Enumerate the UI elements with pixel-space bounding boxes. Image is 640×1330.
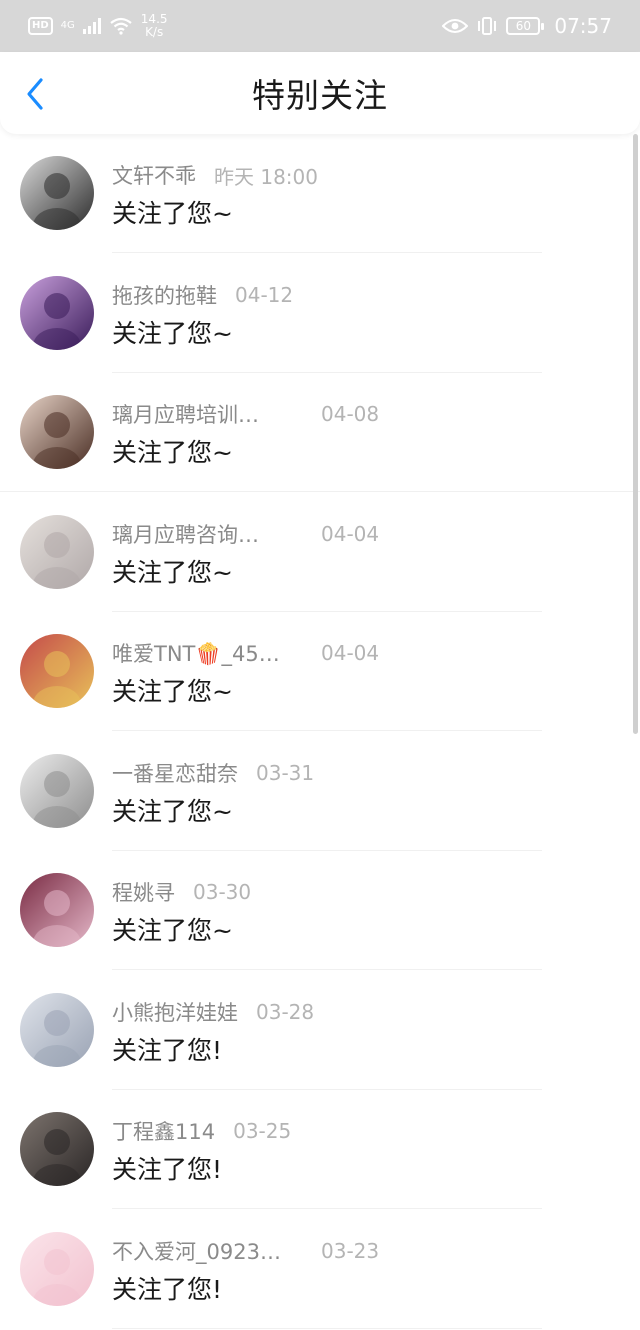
message-text: 关注了您~ (112, 199, 233, 228)
page-title: 特别关注 (252, 76, 388, 115)
item-header: 唯爱TNT🍿_45… 04-04 (112, 638, 379, 668)
notification-list: 文轩不乖 昨天 18:00 关注了您~ 拖孩的拖鞋 04-12 关注了您~ 璃月应聘培训… 0… (0, 134, 640, 1329)
user-name[interactable]: 璃月应聘培训… (112, 399, 259, 429)
speed-unit: K/s (145, 25, 164, 39)
timestamp: 04-04 (321, 521, 380, 546)
list-item[interactable]: 拖孩的拖鞋 04-12 关注了您~ (0, 254, 640, 374)
network-speed: 14.5 K/s (141, 13, 168, 39)
avatar[interactable] (20, 634, 94, 708)
item-header: 文轩不乖 昨天 18:00 (112, 160, 318, 190)
timestamp: 04-12 (235, 282, 294, 307)
avatar-image (20, 514, 94, 589)
avatar-image (20, 753, 94, 828)
list-item[interactable]: 程姚寻 03-30 关注了您~ (0, 851, 640, 971)
message-text: 关注了您! (112, 1035, 223, 1065)
wifi-icon (110, 17, 132, 35)
user-name[interactable]: 拖孩的拖鞋 (112, 280, 217, 310)
status-left: HD 4G 14.5 K/s (28, 13, 168, 39)
user-name[interactable]: 文轩不乖 (112, 160, 196, 190)
user-name[interactable]: 一番星恋甜奈 (112, 758, 238, 788)
user-name[interactable]: 小熊抱洋娃娃 (112, 997, 238, 1027)
hd-badge: HD (28, 17, 53, 35)
message-text: 关注了您~ (112, 916, 233, 945)
avatar-image (20, 992, 94, 1067)
network-label: 4G (60, 20, 75, 31)
message-text: 关注了您! (112, 1155, 223, 1184)
timestamp: 昨天 18:00 (214, 164, 318, 189)
item-header: 拖孩的拖鞋 04-12 (112, 280, 293, 310)
chevron-left-icon (27, 78, 43, 110)
avatar-image (20, 1231, 94, 1306)
timestamp: 03-25 (233, 1119, 292, 1143)
status-bar: HD 4G 14.5 K/s 60 07:57 (0, 0, 640, 52)
timestamp: 03-30 (193, 880, 252, 904)
timestamp: 04-08 (321, 402, 380, 426)
status-right: 60 07:57 (442, 14, 612, 38)
item-header: 璃月应聘咨询… 04-04 (112, 519, 379, 549)
message-text: 关注了您~ (112, 557, 233, 587)
timestamp: 03-31 (256, 760, 315, 785)
list-item[interactable]: 不入爱河_0923… 03-23 关注了您! (0, 1210, 640, 1330)
speed-value: 14.5 (140, 12, 168, 26)
list-item[interactable]: 一番星恋甜奈 03-31 关注了您~ (0, 732, 640, 852)
avatar[interactable] (20, 395, 94, 469)
battery-icon: 60 (506, 17, 545, 35)
list-item[interactable]: 璃月应聘培训… 04-08 关注了您~ (0, 373, 640, 493)
avatar[interactable] (20, 1231, 94, 1306)
message-text: 关注了您~ (112, 796, 233, 826)
avatar[interactable] (20, 275, 94, 350)
user-name[interactable]: 程姚寻 (112, 877, 175, 907)
scrollbar[interactable] (633, 134, 638, 734)
user-name[interactable]: 璃月应聘咨询… (112, 519, 259, 549)
avatar-image (20, 1112, 94, 1186)
user-name[interactable]: 不入爱河_0923… (112, 1236, 281, 1266)
avatar-image (20, 275, 94, 350)
message-text: 关注了您~ (112, 677, 233, 706)
list-item[interactable]: 小熊抱洋娃娃 03-28 关注了您! (0, 971, 640, 1091)
avatar[interactable] (20, 992, 94, 1067)
vibrate-icon (478, 17, 497, 35)
user-name[interactable]: 唯爱TNT🍿_45… (112, 638, 280, 668)
avatar[interactable] (20, 753, 94, 828)
back-button[interactable] (18, 74, 52, 114)
avatar-image (20, 873, 94, 947)
list-item[interactable]: 文轩不乖 昨天 18:00 关注了您~ (0, 134, 640, 254)
top-nav-bar: 特别关注 (0, 52, 640, 134)
network-type: 4G (61, 20, 75, 32)
avatar-image (20, 156, 94, 230)
item-header: 一番星恋甜奈 03-31 (112, 758, 314, 788)
avatar[interactable] (20, 514, 94, 589)
eye-icon (442, 19, 469, 33)
item-header: 不入爱河_0923… 03-23 (112, 1236, 379, 1266)
timestamp: 04-04 (321, 641, 380, 665)
avatar[interactable] (20, 156, 94, 230)
item-header: 丁程鑫114 03-25 (112, 1116, 291, 1146)
avatar[interactable] (20, 1112, 94, 1186)
message-text: 关注了您~ (112, 438, 233, 467)
list-item[interactable]: 丁程鑫114 03-25 关注了您! (0, 1090, 640, 1210)
item-header: 小熊抱洋娃娃 03-28 (112, 997, 314, 1027)
clock: 07:57 (554, 14, 612, 38)
item-header: 程姚寻 03-30 (112, 877, 251, 907)
list-item[interactable]: 唯爱TNT🍿_45… 04-04 关注了您~ (0, 612, 640, 732)
avatar-image (20, 634, 94, 708)
timestamp: 03-23 (321, 1238, 380, 1263)
message-text: 关注了您~ (112, 318, 233, 348)
message-text: 关注了您! (112, 1274, 223, 1304)
user-name[interactable]: 丁程鑫114 (112, 1116, 215, 1146)
item-header: 璃月应聘培训… 04-08 (112, 399, 379, 429)
list-item[interactable]: 璃月应聘咨询… 04-04 关注了您~ (0, 493, 640, 613)
avatar-image (20, 395, 94, 469)
timestamp: 03-28 (256, 999, 315, 1024)
signal-icon (82, 18, 101, 34)
avatar[interactable] (20, 873, 94, 947)
divider (112, 1327, 542, 1329)
